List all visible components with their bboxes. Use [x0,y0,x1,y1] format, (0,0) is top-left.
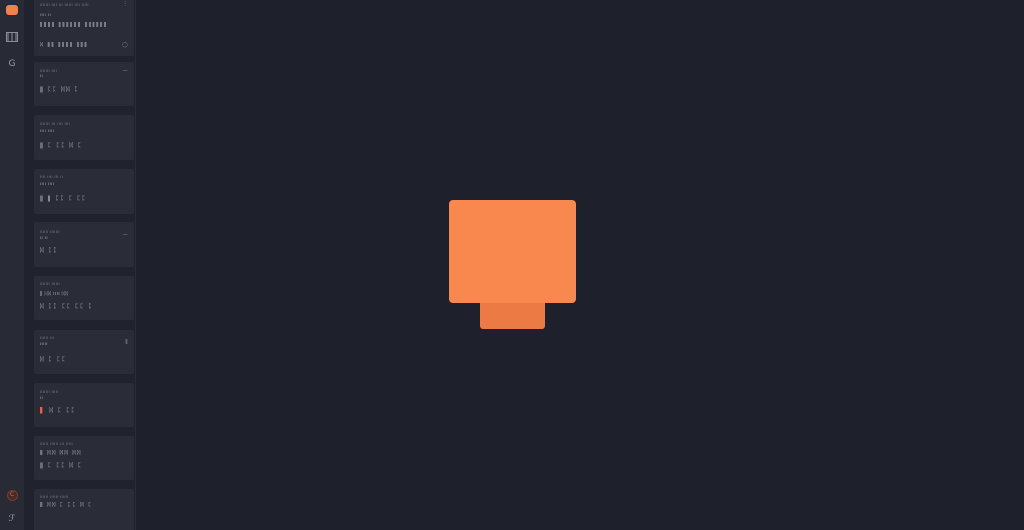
card-subtitle: ıııı ıııı [40,129,55,134]
card-values: ᛞ ᛈ ᛈᛈ [40,356,67,363]
card-title: ıııııı ııı [40,335,55,340]
card-title: ııııııı ııııı [40,389,59,394]
list-card[interactable]: ııııııı ıııı — ıı ǁ ᛈᛈ ᛞᛞ ᛈ [34,62,134,106]
list-card[interactable]: ıııııı ııııııı — ıı ıı ᛞ ᛈᛈ [34,222,134,267]
list-card[interactable]: ııııııı ııııı ıı ▌ ᛞ ᛈ ᛈᛈ [34,383,134,427]
card-values: ǁǁǁǁ ǁǁǁǁǁǁ ǁǁǁǁǁǁ [40,22,108,28]
list-card[interactable]: ıııı ıııı ııı ıı ıııı ıııı ǁ ǁ ᛈᛈ ᛈ ᛈᛈ [34,169,134,214]
card-subtitle: ıııı ıııı [40,182,55,187]
card-subtitle: ǁ ᛞᛞ ıııı ᛞᛞ [40,291,69,297]
card-values-text: ᛞ ᛈ ᛈᛈ [49,407,76,414]
card-values: ǁ ǁ ᛈᛈ ᛈ ᛈᛈ [40,195,87,202]
list-card[interactable]: ııııııı ıııı ııı ıııııı ıııı ııııı ⋮ ııı… [34,0,134,56]
card-values: ᛞ ᛈᛈ ᛈᛈ ᛈᛈ ᛈ [40,303,94,310]
app-window: G C ℱ ııııııı ıııı ııı ıııııı ıııı ııııı… [0,0,1024,530]
list-card[interactable]: ıııııı ııı ǁ ııııı ᛞ ᛈ ᛈᛈ [34,330,134,374]
card-values: ǁ ᛈᛈ ᛞᛞ ᛈ [40,86,80,93]
warning-icon: ▌ [40,407,47,414]
card-list: ııııııı ıııı ııı ıııııı ıııı ııııı ⋮ ııı… [24,0,136,530]
card-subtitle: ıı [40,74,44,79]
card-values: ᛞ ᛈᛈ [40,247,59,254]
avatar-icon[interactable]: C [5,488,19,502]
card-footer: ᛞ ǁǁ ǁǁǁǁ ǁǁǁ [40,42,89,48]
card-title: ııııııı ııı ıııı ıııı [40,121,71,126]
card-title: ıııııı ıııııı ııı ııııı [40,441,73,446]
card-values: ▌ ᛞ ᛈ ᛈᛈ [40,407,128,414]
app-logo-icon[interactable] [5,3,19,17]
list-card[interactable]: ııııııı ııı ıııı ıııı ıııı ıııı ǁ ᛈ ᛈᛈ ᛞ… [34,115,134,160]
card-title: ııııııı ıııı [40,68,58,73]
card-footer-icon[interactable]: ◯ [122,42,128,48]
card-title: ııııııı ıııı ııı ıııııı ıııı ııııı [40,2,89,7]
list-card[interactable]: ııııııı ıııııı ǁ ᛞᛞ ıııı ᛞᛞ ᛞ ᛈᛈ ᛈᛈ ᛈᛈ ᛈ [34,276,134,320]
card-subtitle: ıı [40,396,44,401]
card-title: ıııııı ııııııı [40,229,60,234]
card-subtitle: ǁ ᛞᛞ ᛈ ᛈᛈ ᛞ ᛈ [40,502,93,508]
card-subtitle: ııııı [40,342,48,347]
main-canvas [136,0,1024,530]
loading-logo-icon [449,200,576,329]
card-subtitle: ıııı ıı [40,13,52,18]
logo-top-block [449,200,576,303]
card-values: ǁ ᛈ ᛈᛈ ᛞ ᛈ [40,462,83,469]
g-icon[interactable]: G [5,57,19,71]
icon-rail: G C ℱ [0,0,24,530]
list-card[interactable]: ıııııı ıııııı ıııııı ǁ ᛞᛞ ᛈ ᛈᛈ ᛞ ᛈ [34,489,134,530]
card-menu-icon[interactable]: ⋮ [123,1,128,7]
card-title: ıııı ıııı ııı ıı [40,174,64,179]
card-title: ıııııı ıııııı ıııııı [40,494,69,499]
card-subtitle: ıı ıı [40,236,48,241]
logo-base-block [480,303,545,329]
card-subtitle: ǁ ᛞᛞ ᛞᛞ ᛞᛞ [40,450,82,456]
list-card[interactable]: ıııııı ıııııı ııı ııııı ǁ ᛞᛞ ᛞᛞ ᛞᛞ ǁ ᛈ ᛈ… [34,436,134,480]
card-title: ııııııı ıııııı [40,281,60,286]
card-values: ǁ ᛈ ᛈᛈ ᛞ ᛈ [40,142,83,149]
grid-icon[interactable] [5,30,19,44]
f-icon[interactable]: ℱ [5,512,19,526]
